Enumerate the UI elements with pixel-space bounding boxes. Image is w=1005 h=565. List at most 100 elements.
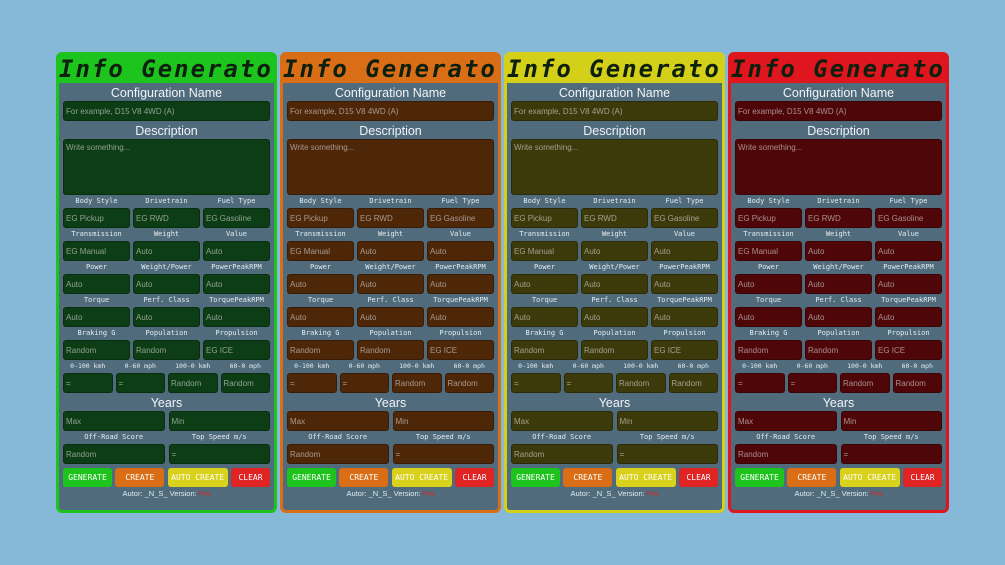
- top-speed-input[interactable]: [616, 444, 718, 464]
- weight-power-input[interactable]: [805, 274, 872, 294]
- power-peak-rpm-input[interactable]: [651, 274, 718, 294]
- fuel-type-input[interactable]: [427, 208, 494, 228]
- transmission-input[interactable]: [287, 241, 354, 261]
- brake-kmh-input[interactable]: [168, 373, 218, 393]
- body-style-input[interactable]: [287, 208, 354, 228]
- fuel-type-input[interactable]: [651, 208, 718, 228]
- fuel-type-input[interactable]: [203, 208, 270, 228]
- drivetrain-input[interactable]: [133, 208, 200, 228]
- weight-power-input[interactable]: [133, 274, 200, 294]
- years-min-input[interactable]: [840, 411, 942, 431]
- create-button[interactable]: CREATE: [787, 468, 837, 487]
- propulsion-input[interactable]: [875, 340, 942, 360]
- generate-button[interactable]: GENERATE: [63, 468, 112, 487]
- years-max-input[interactable]: [511, 411, 613, 431]
- weight-input[interactable]: [805, 241, 872, 261]
- generate-button[interactable]: GENERATE: [287, 468, 336, 487]
- accel-mph-input[interactable]: [787, 373, 837, 393]
- brake-kmh-input[interactable]: [616, 373, 666, 393]
- description-textarea[interactable]: [511, 139, 718, 195]
- power-peak-rpm-input[interactable]: [875, 274, 942, 294]
- brake-kmh-input[interactable]: [392, 373, 442, 393]
- torque-input[interactable]: [511, 307, 578, 327]
- brake-mph-input[interactable]: [220, 373, 270, 393]
- power-input[interactable]: [63, 274, 130, 294]
- years-max-input[interactable]: [287, 411, 389, 431]
- years-max-input[interactable]: [735, 411, 837, 431]
- years-max-input[interactable]: [63, 411, 165, 431]
- clear-button[interactable]: CLEAR: [454, 468, 494, 487]
- auto-create-button[interactable]: AUTO CREATE: [391, 468, 452, 487]
- offroad-score-input[interactable]: [63, 444, 165, 464]
- perf-class-input[interactable]: [357, 307, 424, 327]
- accel-mph-input[interactable]: [339, 373, 389, 393]
- torque-input[interactable]: [287, 307, 354, 327]
- braking-g-input[interactable]: [63, 340, 130, 360]
- drivetrain-input[interactable]: [805, 208, 872, 228]
- population-input[interactable]: [805, 340, 872, 360]
- accel-mph-input[interactable]: [563, 373, 613, 393]
- drivetrain-input[interactable]: [581, 208, 648, 228]
- offroad-score-input[interactable]: [287, 444, 389, 464]
- power-input[interactable]: [511, 274, 578, 294]
- weight-power-input[interactable]: [581, 274, 648, 294]
- propulsion-input[interactable]: [651, 340, 718, 360]
- auto-create-button[interactable]: AUTO CREATE: [167, 468, 228, 487]
- brake-mph-input[interactable]: [668, 373, 718, 393]
- weight-input[interactable]: [357, 241, 424, 261]
- fuel-type-input[interactable]: [875, 208, 942, 228]
- transmission-input[interactable]: [63, 241, 130, 261]
- brake-mph-input[interactable]: [892, 373, 942, 393]
- weight-power-input[interactable]: [357, 274, 424, 294]
- torque-input[interactable]: [63, 307, 130, 327]
- config-name-input[interactable]: [63, 101, 270, 121]
- description-textarea[interactable]: [63, 139, 270, 195]
- power-peak-rpm-input[interactable]: [203, 274, 270, 294]
- population-input[interactable]: [133, 340, 200, 360]
- propulsion-input[interactable]: [203, 340, 270, 360]
- generate-button[interactable]: GENERATE: [735, 468, 784, 487]
- offroad-score-input[interactable]: [735, 444, 837, 464]
- perf-class-input[interactable]: [581, 307, 648, 327]
- torque-input[interactable]: [735, 307, 802, 327]
- value-input[interactable]: [875, 241, 942, 261]
- description-textarea[interactable]: [735, 139, 942, 195]
- power-peak-rpm-input[interactable]: [427, 274, 494, 294]
- top-speed-input[interactable]: [168, 444, 270, 464]
- create-button[interactable]: CREATE: [115, 468, 165, 487]
- accel-kmh-input[interactable]: [511, 373, 561, 393]
- torque-peak-rpm-input[interactable]: [427, 307, 494, 327]
- body-style-input[interactable]: [735, 208, 802, 228]
- torque-peak-rpm-input[interactable]: [651, 307, 718, 327]
- propulsion-input[interactable]: [427, 340, 494, 360]
- braking-g-input[interactable]: [287, 340, 354, 360]
- config-name-input[interactable]: [287, 101, 494, 121]
- population-input[interactable]: [581, 340, 648, 360]
- top-speed-input[interactable]: [840, 444, 942, 464]
- description-textarea[interactable]: [287, 139, 494, 195]
- perf-class-input[interactable]: [805, 307, 872, 327]
- years-min-input[interactable]: [392, 411, 494, 431]
- transmission-input[interactable]: [511, 241, 578, 261]
- body-style-input[interactable]: [511, 208, 578, 228]
- clear-button[interactable]: CLEAR: [902, 468, 942, 487]
- drivetrain-input[interactable]: [357, 208, 424, 228]
- torque-peak-rpm-input[interactable]: [875, 307, 942, 327]
- config-name-input[interactable]: [511, 101, 718, 121]
- weight-input[interactable]: [581, 241, 648, 261]
- body-style-input[interactable]: [63, 208, 130, 228]
- braking-g-input[interactable]: [735, 340, 802, 360]
- accel-kmh-input[interactable]: [735, 373, 785, 393]
- torque-peak-rpm-input[interactable]: [203, 307, 270, 327]
- create-button[interactable]: CREATE: [339, 468, 389, 487]
- generate-button[interactable]: GENERATE: [511, 468, 560, 487]
- brake-kmh-input[interactable]: [840, 373, 890, 393]
- transmission-input[interactable]: [735, 241, 802, 261]
- clear-button[interactable]: CLEAR: [230, 468, 270, 487]
- offroad-score-input[interactable]: [511, 444, 613, 464]
- power-input[interactable]: [735, 274, 802, 294]
- value-input[interactable]: [651, 241, 718, 261]
- accel-kmh-input[interactable]: [287, 373, 337, 393]
- years-min-input[interactable]: [616, 411, 718, 431]
- accel-mph-input[interactable]: [115, 373, 165, 393]
